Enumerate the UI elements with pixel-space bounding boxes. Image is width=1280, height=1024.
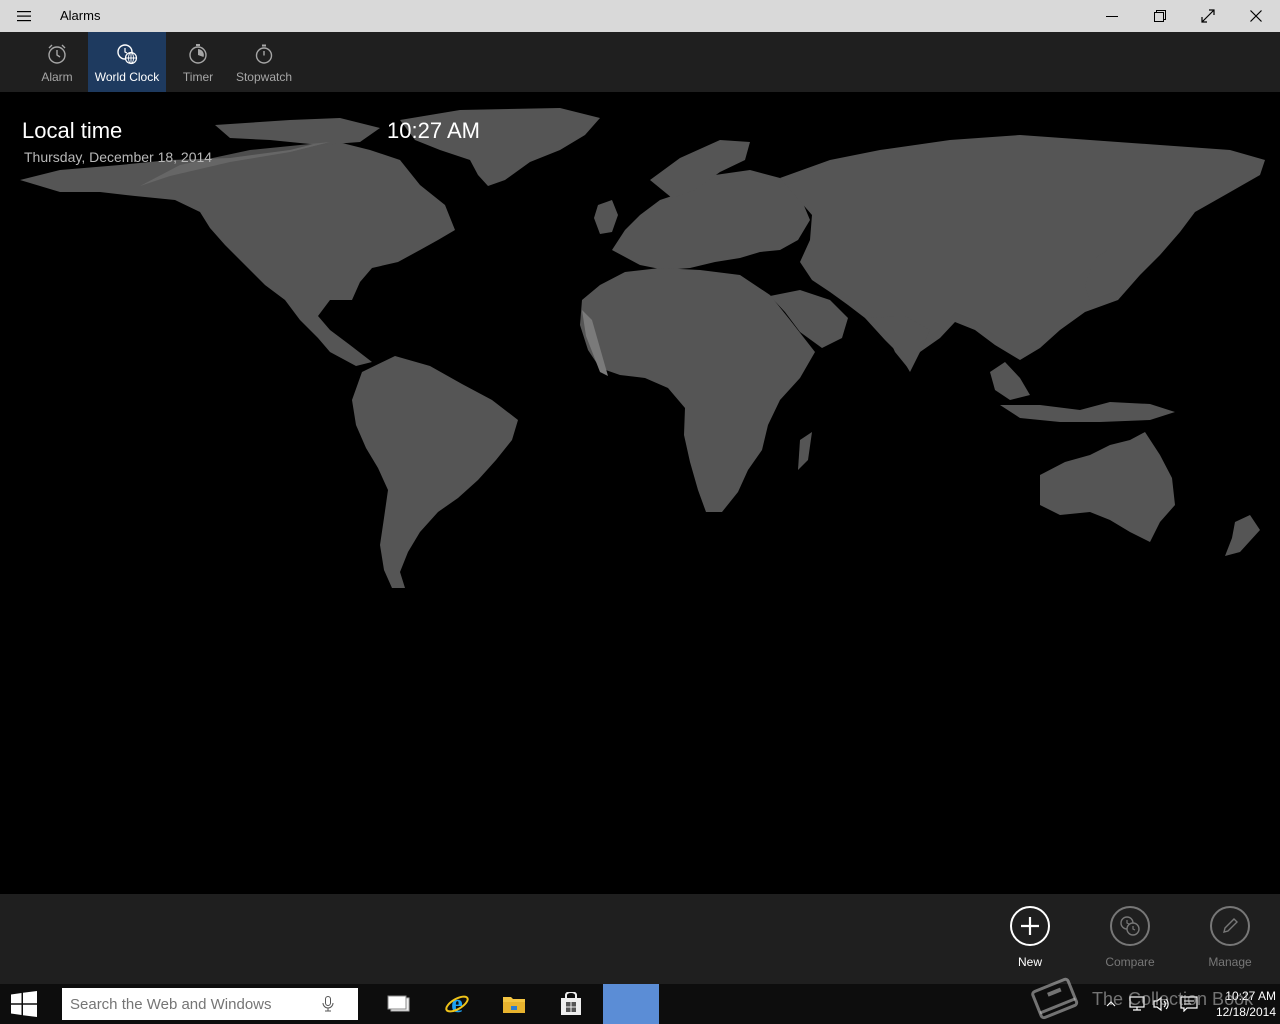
tab-timer-label: Timer: [182, 70, 214, 84]
compare-clocks-icon: [1120, 916, 1140, 936]
pencil-icon: [1223, 918, 1238, 933]
arctic-islands-shape: [215, 118, 380, 145]
file-explorer-button[interactable]: [486, 984, 542, 1024]
tab-alarm[interactable]: Alarm: [36, 32, 78, 92]
minimize-button[interactable]: [1088, 0, 1136, 32]
taskbar-clock[interactable]: 10:27 AM 12/18/2014: [1200, 988, 1276, 1020]
new-button-label: New: [1017, 955, 1042, 969]
store-button[interactable]: [543, 984, 599, 1024]
restore-icon: [1154, 10, 1166, 22]
taskbar-date: 12/18/2014: [1215, 1005, 1276, 1019]
start-button[interactable]: [0, 984, 48, 1024]
europe-shape: [612, 170, 810, 270]
madagascar-shape: [798, 432, 812, 470]
north-america-shape: [20, 140, 455, 366]
task-view-button[interactable]: [371, 984, 427, 1024]
chevron-up-icon: [1106, 1001, 1116, 1007]
close-button[interactable]: [1232, 0, 1280, 32]
taskbar: e 10:27 AM 12/18/2014: [0, 984, 1280, 1024]
network-icon: [1129, 996, 1145, 1011]
window-title: Alarms: [60, 8, 101, 23]
microphone-icon[interactable]: [322, 996, 334, 1012]
svg-text:e: e: [451, 991, 463, 1017]
app-bar: New Compare Manage: [0, 894, 1280, 984]
australia-shape: [1040, 432, 1175, 542]
minimize-icon: [1106, 16, 1118, 17]
indonesia-shape: [1000, 402, 1175, 422]
world-map-graphic: [20, 108, 1265, 588]
volume-button[interactable]: [1152, 984, 1170, 1024]
manage-button-circle: [1210, 906, 1250, 946]
action-center-button[interactable]: [1180, 984, 1198, 1024]
hamburger-icon: [17, 11, 31, 22]
tab-world-clock-label: World Clock: [94, 70, 160, 84]
hamburger-menu-button[interactable]: [0, 0, 48, 32]
tab-stopwatch[interactable]: Stopwatch: [234, 32, 294, 92]
new-button[interactable]: New: [995, 906, 1065, 969]
network-button[interactable]: [1128, 984, 1146, 1024]
speaker-icon: [1153, 996, 1169, 1012]
alarms-taskbar-button[interactable]: [603, 984, 659, 1024]
asia-shape: [780, 135, 1265, 368]
close-icon: [1250, 10, 1262, 22]
tab-stopwatch-label: Stopwatch: [235, 70, 293, 84]
world-map[interactable]: [0, 92, 1280, 894]
title-bar: Alarms: [0, 0, 1280, 32]
expand-icon: [1201, 9, 1215, 23]
task-view-icon: [387, 995, 410, 1012]
world-clock-icon: [117, 44, 138, 65]
notification-icon: [1180, 996, 1198, 1012]
timer-icon: [189, 44, 207, 64]
internet-explorer-icon: e: [445, 991, 469, 1017]
compare-button[interactable]: Compare: [1095, 906, 1165, 969]
taskbar-time: 10:27 AM: [1225, 989, 1276, 1003]
search-input[interactable]: [62, 995, 322, 1013]
manage-button-label: Manage: [1208, 955, 1252, 969]
search-box[interactable]: [62, 988, 358, 1020]
new-button-circle: [1010, 906, 1050, 946]
tab-alarm-label: Alarm: [41, 70, 73, 84]
alarm-clock-icon: [48, 44, 66, 64]
manage-button[interactable]: Manage: [1195, 906, 1265, 969]
folder-icon: [503, 997, 525, 1013]
local-date: Thursday, December 18, 2014: [24, 149, 213, 165]
local-time-label: Local time: [22, 118, 123, 143]
tab-timer[interactable]: Timer: [180, 32, 216, 92]
full-screen-button[interactable]: [1184, 0, 1232, 32]
plus-icon: [1021, 917, 1039, 935]
local-time-value: 10:27 AM: [387, 118, 480, 143]
compare-button-circle: [1110, 906, 1150, 946]
windows-logo-icon: [11, 991, 37, 1017]
compare-button-label: Compare: [1105, 955, 1155, 969]
southeast-asia-shape: [990, 362, 1030, 400]
stopwatch-icon: [255, 44, 273, 64]
british-isles-shape: [594, 200, 618, 234]
store-bag-icon: [561, 992, 581, 1015]
south-america-shape: [352, 356, 518, 588]
restore-button[interactable]: [1136, 0, 1184, 32]
tab-bar: Alarm World Clock Timer Stopwatch: [0, 32, 1280, 92]
new-zealand-shape: [1225, 515, 1260, 556]
show-hidden-icons-button[interactable]: [1106, 984, 1116, 1024]
internet-explorer-button[interactable]: e: [429, 984, 485, 1024]
tab-world-clock[interactable]: World Clock: [88, 32, 166, 92]
